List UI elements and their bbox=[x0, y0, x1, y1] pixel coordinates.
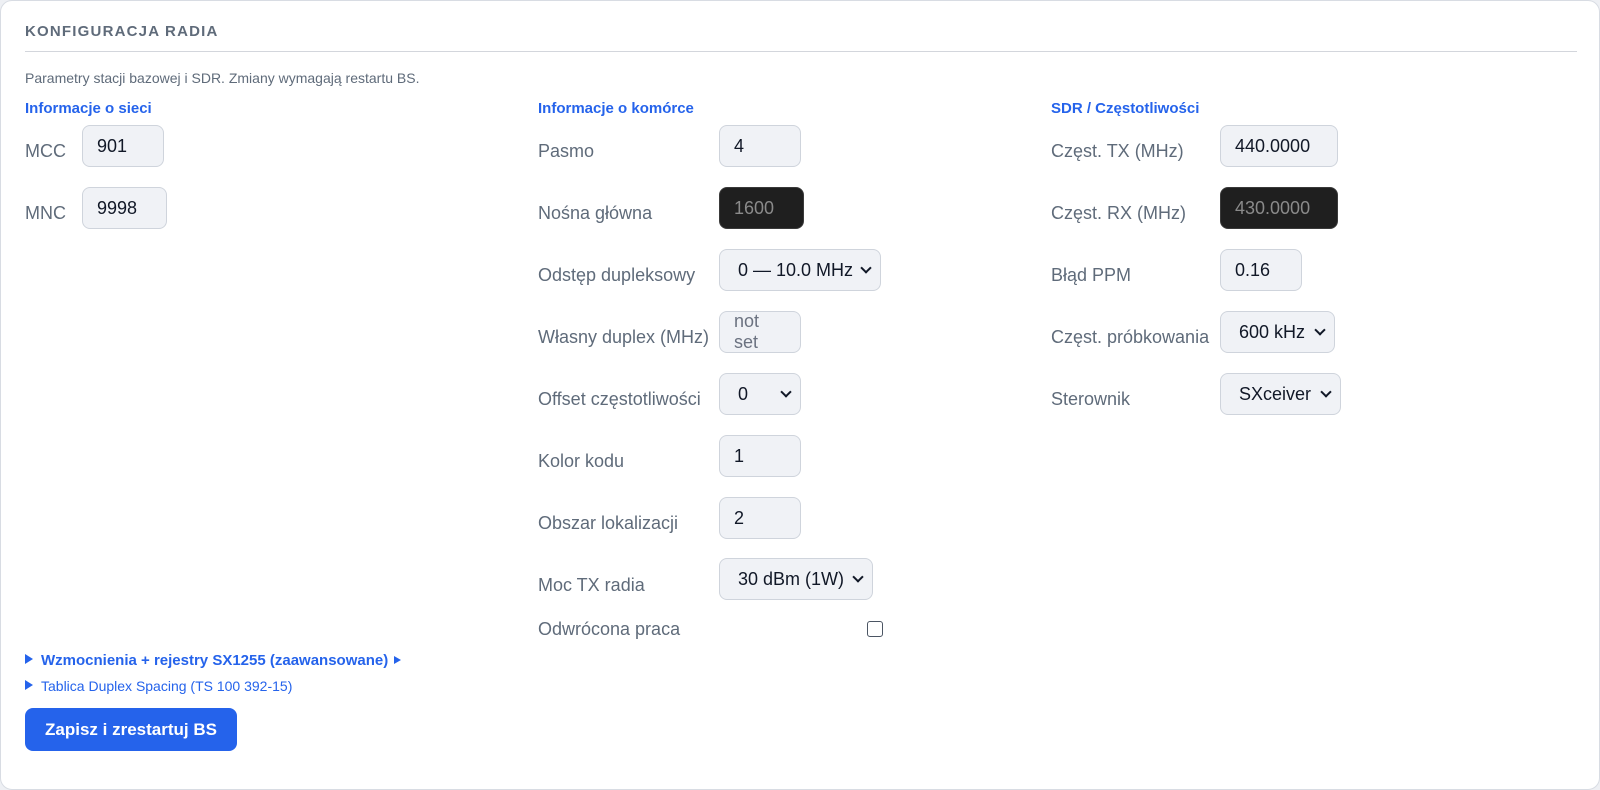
triangle-right-icon bbox=[394, 656, 402, 664]
band-input[interactable]: 4 bbox=[719, 125, 801, 167]
color-code-input[interactable]: 1 bbox=[719, 435, 801, 477]
page-description: Parametry stacji bazowej i SDR. Zmiany w… bbox=[25, 70, 420, 86]
chevron-down-icon bbox=[1314, 323, 1326, 336]
sdr-section-heading: SDR / Częstotliwości bbox=[1051, 100, 1200, 117]
save-restart-button[interactable]: Zapisz i zrestartuj BS bbox=[25, 708, 237, 751]
header-divider bbox=[25, 51, 1577, 52]
radio-config-card: KONFIGURACJA RADIA Parametry stacji bazo… bbox=[0, 0, 1600, 790]
mcc-input[interactable]: 901 bbox=[82, 125, 164, 167]
main-carrier-value: 1600 bbox=[734, 197, 775, 218]
driver-value: SXceiver bbox=[1239, 383, 1312, 404]
triangle-right-icon bbox=[25, 654, 33, 664]
freq-offset-value: 0 bbox=[738, 383, 749, 404]
duplex-spacing-select[interactable]: 0 — 10.0 MHz bbox=[719, 249, 881, 291]
band-label: Pasmo bbox=[538, 141, 595, 161]
gains-registers-label: Wzmocnienia + rejestry SX1255 (zaawansow… bbox=[41, 652, 389, 669]
freq-offset-select[interactable]: 0 bbox=[719, 373, 801, 415]
main-carrier-input[interactable]: 1600 bbox=[719, 187, 804, 229]
chevron-down-icon bbox=[852, 570, 864, 583]
reverse-checkbox[interactable] bbox=[867, 621, 883, 637]
tx-freq-input[interactable]: 440.0000 bbox=[1220, 125, 1338, 167]
tx-freq-label: Częst. TX (MHz) bbox=[1051, 141, 1184, 161]
gains-registers-toggle[interactable]: Wzmocnienia + rejestry SX1255 (zaawansow… bbox=[25, 652, 402, 669]
tx-freq-value: 440.0000 bbox=[1235, 135, 1311, 156]
rx-freq-input[interactable]: 430.0000 bbox=[1220, 187, 1338, 229]
chevron-down-icon bbox=[780, 385, 792, 398]
triangle-right-icon bbox=[25, 680, 33, 690]
mcc-label: MCC bbox=[25, 141, 66, 161]
driver-select[interactable]: SXceiver bbox=[1220, 373, 1341, 415]
ppm-input[interactable]: 0.16 bbox=[1220, 249, 1302, 291]
location-area-label: Obszar lokalizacji bbox=[538, 513, 679, 533]
main-carrier-label: Nośna główna bbox=[538, 203, 653, 223]
location-area-value: 2 bbox=[734, 507, 745, 528]
tx-power-select[interactable]: 30 dBm (1W) bbox=[719, 558, 873, 600]
ppm-label: Błąd PPM bbox=[1051, 265, 1132, 285]
duplex-table-toggle[interactable]: Tablica Duplex Spacing (TS 100 392-15) bbox=[25, 678, 292, 694]
color-code-label: Kolor kodu bbox=[538, 451, 625, 471]
color-code-value: 1 bbox=[734, 445, 745, 466]
network-section-heading: Informacje o sieci bbox=[25, 100, 152, 117]
duplex-spacing-label: Odstęp dupleksowy bbox=[538, 265, 696, 285]
chevron-down-icon bbox=[1320, 385, 1332, 398]
freq-offset-label: Offset częstotliwości bbox=[538, 389, 701, 409]
mnc-input[interactable]: 9998 bbox=[82, 187, 167, 229]
ppm-value: 0.16 bbox=[1235, 259, 1271, 280]
sample-rate-select[interactable]: 600 kHz bbox=[1220, 311, 1335, 353]
chevron-down-icon bbox=[860, 261, 872, 274]
custom-duplex-input[interactable]: not set bbox=[719, 311, 801, 353]
mnc-label: MNC bbox=[25, 203, 66, 223]
duplex-spacing-value: 0 — 10.0 MHz bbox=[738, 259, 854, 280]
tx-power-value: 30 dBm (1W) bbox=[738, 568, 845, 589]
band-value: 4 bbox=[734, 135, 745, 156]
rx-freq-value: 430.0000 bbox=[1235, 197, 1311, 218]
custom-duplex-label: Własny duplex (MHz) bbox=[538, 327, 710, 347]
sample-rate-label: Częst. próbkowania bbox=[1051, 327, 1210, 347]
cell-section-heading: Informacje o komórce bbox=[538, 100, 694, 117]
duplex-table-label: Tablica Duplex Spacing (TS 100 392-15) bbox=[41, 678, 293, 694]
custom-duplex-placeholder: not set bbox=[734, 311, 760, 352]
rx-freq-label: Częst. RX (MHz) bbox=[1051, 203, 1186, 223]
mnc-value: 9998 bbox=[97, 197, 138, 218]
reverse-label: Odwrócona praca bbox=[538, 619, 681, 639]
driver-label: Sterownik bbox=[1051, 389, 1131, 409]
tx-power-label: Moc TX radia bbox=[538, 575, 645, 595]
location-area-input[interactable]: 2 bbox=[719, 497, 801, 539]
mcc-value: 901 bbox=[97, 135, 128, 156]
sample-rate-value: 600 kHz bbox=[1239, 321, 1306, 342]
page-title: KONFIGURACJA RADIA bbox=[25, 23, 219, 40]
